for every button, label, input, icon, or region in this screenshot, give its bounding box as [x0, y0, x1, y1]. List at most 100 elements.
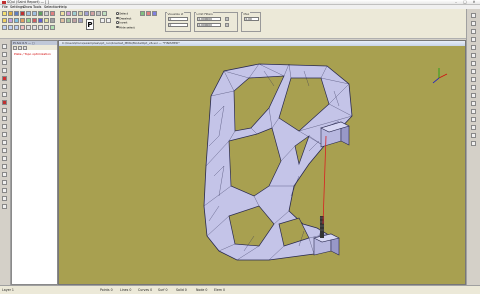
tree-item[interactable]: Plate / Topo optimization: [14, 52, 51, 56]
solid-icon[interactable]: [26, 18, 31, 23]
tree-refresh-icon[interactable]: [23, 45, 27, 50]
rs-view-12-icon[interactable]: [471, 101, 476, 106]
property-icon[interactable]: [50, 18, 55, 23]
dock-solid-icon[interactable]: [2, 92, 7, 97]
constraint-icon[interactable]: [38, 18, 43, 23]
main-toolbar: P Select Deselect Invert Hide select Vis…: [0, 9, 480, 39]
fit-icon[interactable]: [20, 25, 25, 30]
pick-icon[interactable]: [78, 11, 83, 16]
dock-camera-icon[interactable]: [2, 196, 7, 201]
filter-up-icon[interactable]: [225, 17, 229, 21]
dock-ruler-icon[interactable]: [2, 164, 7, 169]
rs-view-11-icon[interactable]: [471, 93, 476, 98]
p-button[interactable]: P: [86, 19, 94, 30]
rs-view-17-icon[interactable]: [471, 141, 476, 146]
dock-prop-icon[interactable]: [2, 124, 7, 129]
rs-view-5-icon[interactable]: [471, 45, 476, 50]
reset-icon[interactable]: [146, 11, 151, 16]
copy-icon[interactable]: [60, 18, 65, 23]
dock-export-icon[interactable]: [2, 204, 7, 209]
rs-view-3-icon[interactable]: [471, 29, 476, 34]
filter-max-field[interactable]: 0.000000: [197, 23, 221, 27]
scale-icon[interactable]: [78, 18, 83, 23]
dock-axis-icon[interactable]: [2, 140, 7, 145]
save-icon[interactable]: [14, 11, 19, 16]
pan-icon[interactable]: [8, 25, 13, 30]
mesh-icon[interactable]: [38, 11, 43, 16]
dock-plane-icon[interactable]: [2, 148, 7, 153]
filter-min-field[interactable]: 0.000000: [197, 17, 221, 21]
rs-view-2-icon[interactable]: [471, 21, 476, 26]
select-icon[interactable]: [60, 11, 65, 16]
surface-icon[interactable]: [20, 18, 25, 23]
view-iso-icon[interactable]: [44, 25, 49, 30]
rs-view-9-icon[interactable]: [471, 77, 476, 82]
new-file-icon[interactable]: [2, 11, 7, 16]
dock-load-icon[interactable]: [2, 100, 7, 105]
dock-select-icon[interactable]: [2, 44, 7, 49]
rs-view-1-icon[interactable]: [471, 13, 476, 18]
info-icon[interactable]: [96, 11, 101, 16]
model-scene[interactable]: [59, 46, 465, 284]
dock-line-icon[interactable]: [2, 68, 7, 73]
delete-icon[interactable]: [20, 11, 25, 16]
box-select-icon[interactable]: [72, 11, 77, 16]
dock-text-icon[interactable]: [2, 172, 7, 177]
dock-surf-icon[interactable]: [2, 84, 7, 89]
rs-view-4-icon[interactable]: [471, 37, 476, 42]
rs-view-15-icon[interactable]: [471, 125, 476, 130]
load-icon[interactable]: [32, 18, 37, 23]
dock-color-icon[interactable]: [2, 180, 7, 185]
rs-view-7-icon[interactable]: [471, 61, 476, 66]
toggle-a-icon[interactable]: [100, 18, 105, 23]
visualize-field-1[interactable]: 0: [168, 17, 188, 21]
filter-down-icon[interactable]: [225, 23, 229, 27]
dock-mat-icon[interactable]: [2, 116, 7, 121]
dock-node-icon[interactable]: [2, 52, 7, 57]
dock-grid-icon[interactable]: [2, 132, 7, 137]
dock-bc-icon[interactable]: [2, 108, 7, 113]
group-icon[interactable]: [84, 11, 89, 16]
rs-view-13-icon[interactable]: [471, 109, 476, 114]
rotate-icon[interactable]: [14, 25, 19, 30]
mirror-icon[interactable]: [72, 18, 77, 23]
rs-view-8-icon[interactable]: [471, 69, 476, 74]
measure-icon[interactable]: [90, 11, 95, 16]
tree-collapse-icon[interactable]: [18, 45, 22, 50]
status-nodes: Node 0: [196, 287, 208, 292]
open-folder-icon[interactable]: [8, 11, 13, 16]
node-icon[interactable]: [44, 11, 49, 16]
graphics-viewport[interactable]: C:\Users\Docs\examples\opt_run\bracket_M…: [58, 40, 466, 285]
material-icon[interactable]: [44, 18, 49, 23]
zoom-icon[interactable]: [2, 25, 7, 30]
tree-expand-icon[interactable]: [13, 45, 17, 50]
filter-icon[interactable]: [66, 11, 71, 16]
move-icon[interactable]: [66, 18, 71, 23]
max-field[interactable]: 0.00: [244, 17, 259, 21]
element-icon[interactable]: [50, 11, 55, 16]
apply-icon[interactable]: [140, 11, 145, 16]
point-icon[interactable]: [2, 18, 7, 23]
curve-icon[interactable]: [14, 18, 19, 23]
view-side-icon[interactable]: [38, 25, 43, 30]
rs-view-16-icon[interactable]: [471, 133, 476, 138]
toggle-b-icon[interactable]: [106, 18, 111, 23]
shade-icon[interactable]: [50, 25, 55, 30]
dock-delete-icon[interactable]: [2, 76, 7, 81]
undo-icon[interactable]: [26, 11, 31, 16]
dock-light-icon[interactable]: [2, 188, 7, 193]
rs-view-10-icon[interactable]: [471, 85, 476, 90]
rs-view-6-icon[interactable]: [471, 53, 476, 58]
view-top-icon[interactable]: [32, 25, 37, 30]
check-icon[interactable]: [102, 11, 107, 16]
redo-icon[interactable]: [32, 11, 37, 16]
dock-elem-icon[interactable]: [2, 60, 7, 65]
line-icon[interactable]: [8, 18, 13, 23]
refresh-icon[interactable]: [152, 11, 157, 16]
rs-view-14-icon[interactable]: [471, 117, 476, 122]
visualize-field-2[interactable]: 0: [168, 23, 188, 27]
radio-hide-select[interactable]: Hide select: [116, 25, 135, 30]
view-front-icon[interactable]: [26, 25, 31, 30]
app-icon: [2, 0, 6, 5]
dock-sect-icon[interactable]: [2, 156, 7, 161]
